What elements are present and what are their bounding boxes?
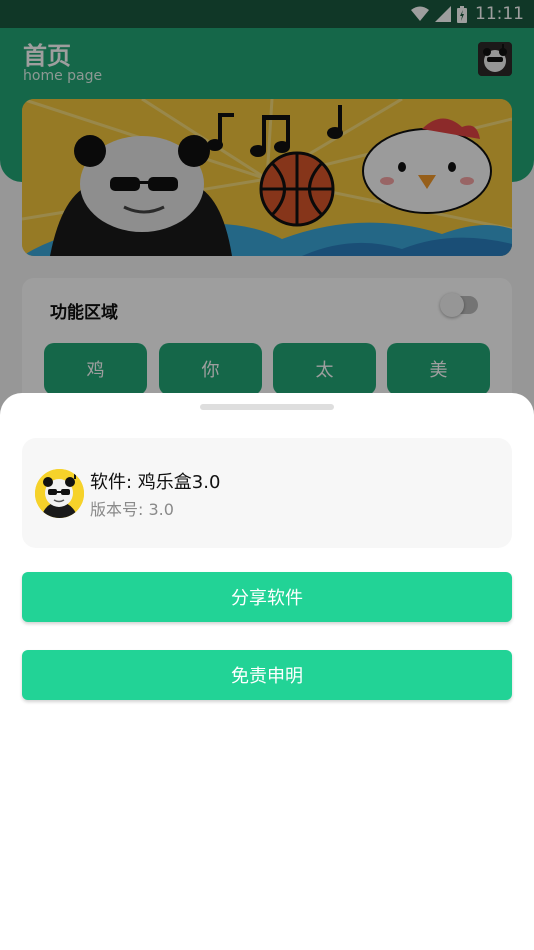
drag-handle[interactable] (200, 404, 334, 410)
app-version: 版本号: 3.0 (90, 500, 174, 519)
app-info-card: 软件: 鸡乐盒3.0 版本号: 3.0 (22, 438, 512, 548)
panda-avatar-icon (35, 469, 84, 518)
app-avatar (35, 469, 84, 518)
bottom-sheet: 软件: 鸡乐盒3.0 版本号: 3.0 分享软件 免责申明 (0, 393, 534, 950)
share-app-button[interactable]: 分享软件 (22, 572, 512, 622)
app-name: 软件: 鸡乐盒3.0 (90, 472, 221, 493)
disclaimer-button[interactable]: 免责申明 (22, 650, 512, 700)
